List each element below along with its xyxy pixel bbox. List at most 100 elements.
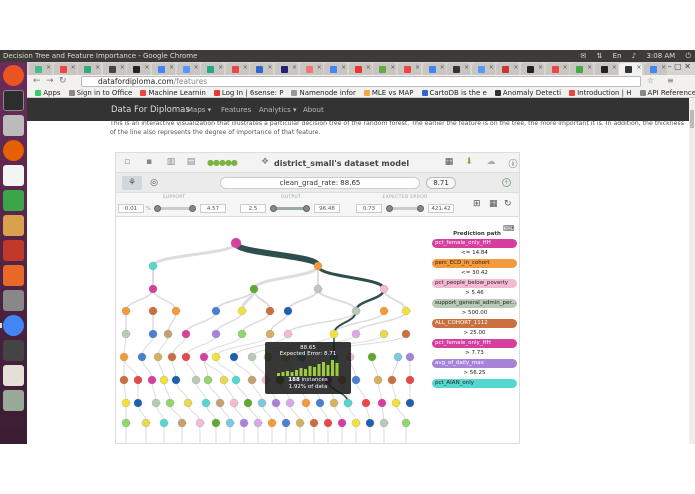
browser-tab[interactable]: × (275, 63, 298, 75)
tree-node[interactable] (315, 398, 325, 408)
browser-tab[interactable]: × (398, 63, 421, 75)
tab-close-icon[interactable]: × (292, 64, 297, 71)
tab-close-icon[interactable]: × (612, 64, 617, 71)
tree-node[interactable] (405, 398, 415, 408)
clock[interactable]: 3:08 AM (646, 52, 675, 60)
tree-node[interactable] (285, 398, 295, 408)
nav-maps[interactable]: Maps ▾ (187, 106, 211, 114)
tree-node[interactable] (231, 375, 241, 385)
tree-node[interactable] (159, 375, 169, 385)
star-icon[interactable]: ☆ (647, 76, 654, 85)
tree-node[interactable] (195, 418, 205, 428)
tree-node[interactable] (181, 329, 191, 339)
tree-node[interactable] (159, 418, 169, 428)
browser-tab[interactable]: × (127, 63, 151, 75)
tree-node[interactable] (337, 418, 347, 428)
tree-node[interactable] (229, 352, 239, 362)
forward-icon[interactable]: → (46, 76, 54, 86)
impress-icon[interactable] (3, 215, 24, 236)
tree-node[interactable] (151, 398, 161, 408)
tree-node[interactable] (215, 398, 225, 408)
browser-tab[interactable]: × (250, 63, 274, 75)
browser-tab[interactable]: × (225, 63, 249, 75)
refresh-icon[interactable]: ↻ (504, 199, 512, 209)
bookmark-item[interactable]: Sign in to Office (68, 88, 132, 97)
tree-node[interactable] (211, 352, 221, 362)
tree-node[interactable] (283, 306, 293, 316)
browser-tab[interactable]: × (152, 63, 175, 75)
tree-node[interactable] (351, 375, 361, 385)
tree-node[interactable] (199, 352, 209, 362)
tab-close-icon[interactable]: × (267, 64, 272, 71)
path-feature[interactable]: ALL_COHORT_1112 (432, 319, 517, 328)
tree-node[interactable] (211, 306, 221, 316)
back-icon[interactable]: ← (33, 76, 41, 86)
tree-node[interactable] (121, 418, 131, 428)
tree-node[interactable] (379, 418, 389, 428)
tab-close-icon[interactable]: × (464, 64, 469, 71)
tree-node[interactable] (243, 398, 253, 408)
browser-tab[interactable]: × (299, 63, 323, 75)
browser-tab[interactable]: × (348, 63, 372, 75)
browser-tab[interactable]: × (324, 63, 348, 75)
tab-close-icon[interactable]: × (120, 64, 125, 71)
tree-node[interactable] (387, 375, 397, 385)
tree-node[interactable] (239, 418, 249, 428)
firefox-icon[interactable] (3, 140, 24, 161)
tree-node[interactable] (191, 375, 201, 385)
path-feature[interactable]: pct_people_below_poverty (432, 279, 517, 288)
tree-node[interactable] (377, 398, 387, 408)
tab-close-icon[interactable]: × (144, 64, 149, 71)
tree-node[interactable] (229, 398, 239, 408)
tree-node[interactable] (283, 329, 293, 339)
path-feature[interactable]: pct_female_only_HH (432, 239, 517, 248)
bookmark-item[interactable]: Log In | 6sense: P (213, 88, 283, 97)
browser-tab[interactable]: × (471, 63, 495, 75)
browser-tab[interactable]: × (644, 63, 667, 75)
ubuntu-dash-icon[interactable] (3, 65, 24, 86)
path-feature[interactable]: support_general_admin_per... (432, 299, 517, 308)
tree-node[interactable] (313, 284, 323, 294)
tree-node[interactable] (181, 352, 191, 362)
info-icon[interactable]: ⓘ (508, 157, 518, 170)
filter-min[interactable]: 0.73 (356, 204, 382, 213)
tree-node[interactable] (329, 398, 339, 408)
tree-node[interactable] (271, 398, 281, 408)
browser-tab[interactable]: × (594, 63, 618, 75)
power-icon[interactable]: ⏻ (685, 52, 691, 60)
tab-close-icon[interactable]: × (440, 64, 445, 71)
tab-close-icon[interactable]: × (341, 64, 346, 71)
tab-close-icon[interactable]: × (587, 64, 592, 71)
tree-node[interactable] (237, 306, 247, 316)
tree-node[interactable] (401, 306, 411, 316)
tab-close-icon[interactable]: × (218, 64, 223, 71)
bookmark-item[interactable]: Namenode infor (291, 88, 356, 97)
nav-features[interactable]: Features (221, 106, 251, 114)
tab-close-icon[interactable]: × (489, 64, 494, 71)
calc-icon[interactable] (3, 190, 24, 211)
tab-close-icon[interactable]: × (46, 64, 51, 71)
tree-node[interactable] (405, 352, 415, 362)
tree-node[interactable] (148, 284, 158, 294)
writer-icon[interactable] (3, 165, 24, 186)
nav-analytics[interactable]: Analytics ▾ (259, 106, 297, 114)
download-icon[interactable]: ⬇ (464, 157, 474, 168)
mail-icon[interactable]: ✉ (580, 52, 586, 60)
tree-node[interactable] (295, 418, 305, 428)
tree-node[interactable] (373, 375, 383, 385)
tab-close-icon[interactable]: × (563, 64, 568, 71)
tree-node[interactable] (365, 418, 375, 428)
settings-icon[interactable] (3, 290, 24, 311)
tab-close-icon[interactable]: × (513, 64, 518, 71)
filter-min[interactable]: 0.01 (118, 204, 144, 213)
tab-close-icon[interactable]: × (71, 64, 76, 71)
tab-close-icon[interactable]: × (636, 64, 641, 71)
tree-node[interactable] (163, 329, 173, 339)
tree-node[interactable] (133, 398, 143, 408)
tree-node[interactable] (211, 329, 221, 339)
software-center-icon[interactable] (3, 240, 24, 261)
expand-icon[interactable]: + (502, 178, 511, 187)
tree-node[interactable] (323, 418, 333, 428)
tree-node[interactable] (225, 418, 235, 428)
path-feature[interactable]: avg_of_daily_max (432, 359, 517, 368)
